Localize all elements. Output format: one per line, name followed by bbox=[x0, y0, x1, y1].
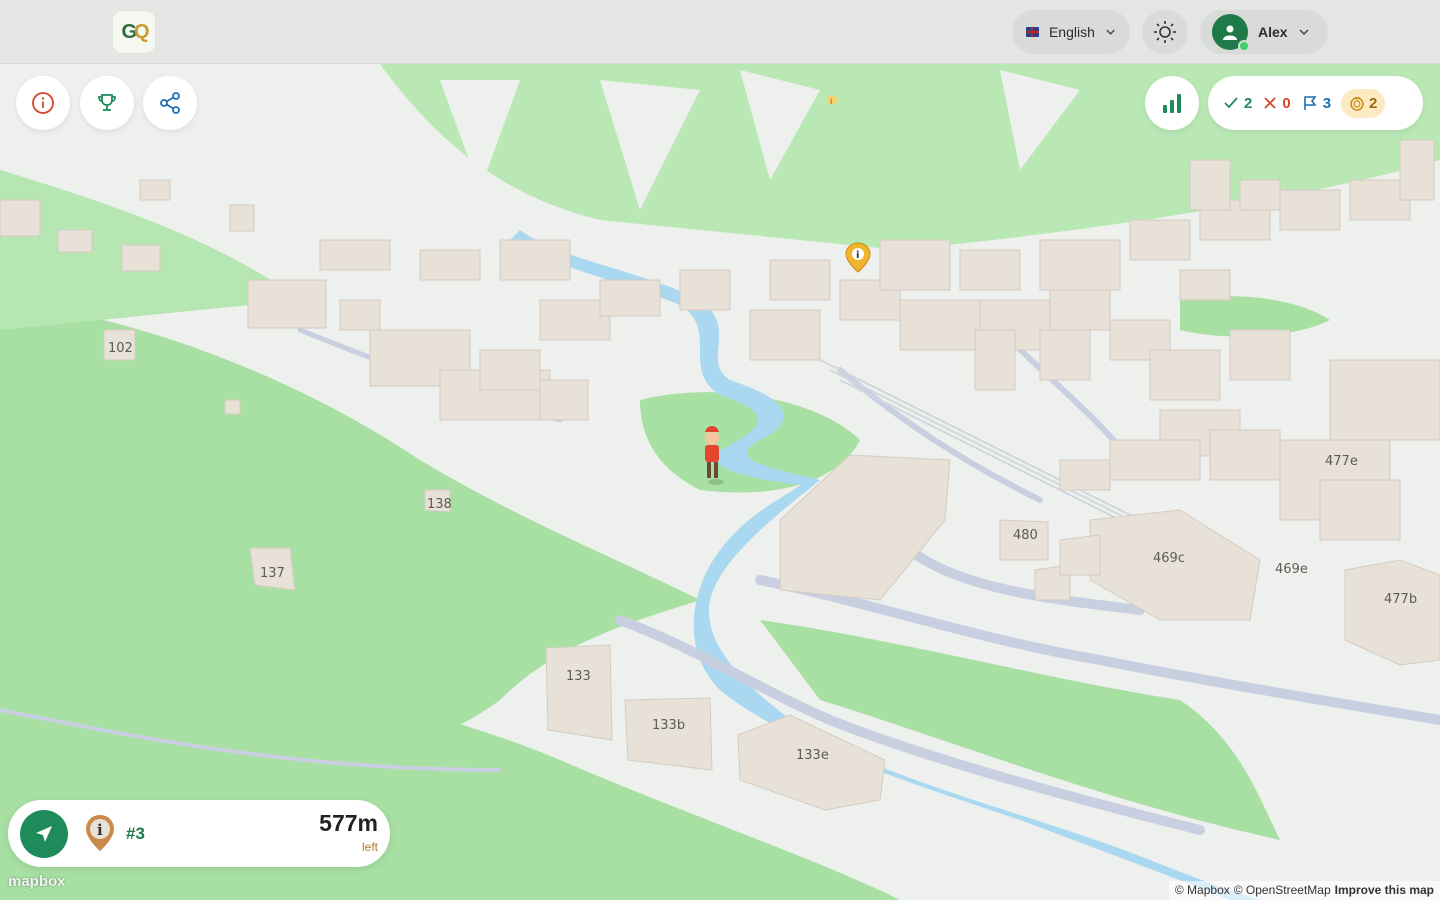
correct-value: 2 bbox=[1244, 94, 1253, 112]
user-icon bbox=[1223, 25, 1237, 40]
building-label: 133e bbox=[796, 748, 829, 763]
map-canvas[interactable]: 102 138 137 133 133b 133e 480 469c 469e … bbox=[0, 64, 1440, 900]
building-label: 480 bbox=[1013, 528, 1038, 543]
theme-toggle-button[interactable] bbox=[1142, 10, 1188, 54]
svg-text:i: i bbox=[856, 250, 859, 261]
building-label: 133b bbox=[652, 718, 685, 733]
logo-letter-q: Q bbox=[134, 20, 149, 43]
mapbox-logo-text: mapbox bbox=[8, 873, 66, 890]
info-button[interactable] bbox=[16, 76, 70, 130]
wrong-count: 0 bbox=[1262, 94, 1291, 112]
target-info-pin: i bbox=[84, 814, 116, 857]
building-label: 477b bbox=[1384, 592, 1417, 607]
online-status-dot bbox=[1238, 40, 1250, 52]
building-label: 138 bbox=[427, 497, 452, 512]
top-bar: GQ English Alex bbox=[0, 0, 1440, 64]
score-panel[interactable]: 2 0 3 2 bbox=[1208, 76, 1423, 130]
uk-flag-icon bbox=[1026, 27, 1039, 37]
avatar bbox=[1212, 14, 1250, 52]
info-icon bbox=[32, 92, 54, 114]
user-menu[interactable]: Alex bbox=[1200, 10, 1328, 54]
stats-button[interactable] bbox=[1145, 76, 1199, 130]
coin-value: 2 bbox=[1369, 94, 1378, 112]
building-label: 469e bbox=[1275, 562, 1308, 577]
svg-text:i: i bbox=[830, 97, 832, 106]
building-label: 469c bbox=[1153, 551, 1185, 566]
building-label: 477e bbox=[1325, 454, 1358, 469]
building-label: 133 bbox=[566, 669, 591, 684]
mapbox-logo[interactable]: mapbox bbox=[8, 873, 66, 890]
svg-text:i: i bbox=[97, 821, 103, 839]
building-label: 102 bbox=[108, 341, 133, 356]
building-label: 137 bbox=[260, 566, 285, 581]
info-pin-icon: i bbox=[86, 815, 114, 851]
mapbox-attribution-link[interactable]: © Mapbox bbox=[1175, 883, 1230, 898]
bar-chart-icon bbox=[1163, 94, 1181, 113]
app-logo[interactable]: GQ bbox=[112, 10, 156, 54]
target-number: #3 bbox=[126, 824, 145, 843]
distance-suffix: left bbox=[361, 840, 378, 854]
trophy-icon bbox=[98, 94, 116, 111]
flag-count: 3 bbox=[1301, 94, 1331, 112]
chevron-down-icon bbox=[1106, 29, 1115, 35]
distance-value: 577m bbox=[319, 810, 378, 836]
coin-icon bbox=[1350, 96, 1364, 111]
language-label: English bbox=[1048, 24, 1095, 40]
navigation-card[interactable]: i #3 577m left bbox=[8, 800, 390, 867]
correct-count: 2 bbox=[1222, 94, 1252, 112]
share-icon bbox=[160, 92, 180, 114]
flag-icon bbox=[1303, 96, 1317, 110]
leaderboard-button[interactable] bbox=[80, 76, 134, 130]
coin-count: 2 bbox=[1341, 88, 1386, 118]
close-icon bbox=[1264, 97, 1276, 109]
improve-map-link[interactable]: Improve this map bbox=[1335, 883, 1434, 898]
chevron-down-icon bbox=[1299, 29, 1309, 36]
flag-value: 3 bbox=[1322, 94, 1332, 112]
check-icon bbox=[1224, 97, 1238, 109]
navigate-button[interactable] bbox=[20, 810, 68, 858]
sun-icon bbox=[1154, 21, 1176, 43]
logo-letter-g: G bbox=[121, 20, 136, 43]
osm-attribution-link[interactable]: © OpenStreetMap bbox=[1234, 883, 1331, 898]
map-attribution: © Mapbox © OpenStreetMap Improve this ma… bbox=[1168, 881, 1440, 900]
navigation-arrow-icon bbox=[36, 826, 52, 842]
user-name: Alex bbox=[1258, 24, 1288, 40]
language-selector[interactable]: English bbox=[1012, 10, 1130, 54]
share-button[interactable] bbox=[143, 76, 197, 130]
wrong-value: 0 bbox=[1282, 94, 1291, 112]
map-view[interactable]: 102 138 137 133 133b 133e 480 469c 469e … bbox=[0, 64, 1440, 900]
